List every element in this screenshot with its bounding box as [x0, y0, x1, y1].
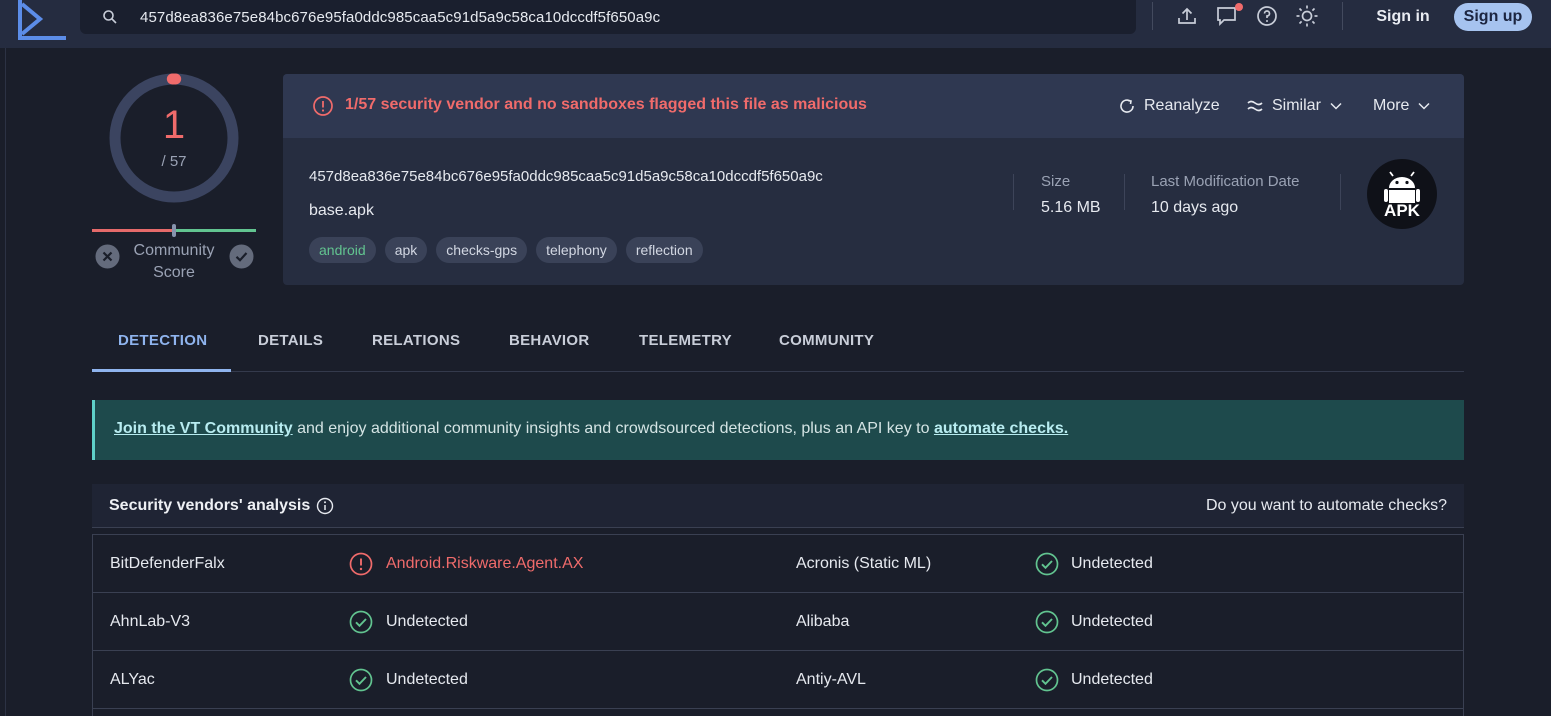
tag[interactable]: apk [384, 237, 428, 263]
file-name: base.apk [309, 202, 374, 219]
close-circle-icon[interactable] [95, 244, 120, 269]
check-circle-icon[interactable] [229, 244, 254, 269]
vendor-name: Acronis (Static ML) [796, 555, 932, 572]
similar-button[interactable]: Similar [1246, 94, 1343, 118]
divider [1013, 174, 1014, 210]
detection-total: / 57 [161, 153, 187, 170]
vendor-result: Undetected [1071, 613, 1153, 630]
sign-up-button[interactable]: Sign up [1454, 3, 1532, 31]
tab-community[interactable]: COMMUNITY [779, 332, 874, 349]
vendor-result[interactable]: Android.Riskware.Agent.AX [386, 555, 583, 573]
vendor-result: Undetected [1071, 555, 1153, 572]
vendor-name: AhnLab-V3 [110, 613, 191, 630]
file-type-label: APK [1384, 201, 1421, 220]
tag[interactable]: reflection [625, 237, 703, 263]
vendor-name: ALYac [110, 671, 155, 688]
check-circle-icon [349, 610, 373, 634]
sign-in-button[interactable]: Sign in [1370, 4, 1436, 30]
alert-message: 1/57 security vendor and no sandboxes fl… [345, 96, 867, 113]
file-tags: android apk checks-gps telephony reflect… [309, 237, 712, 263]
similar-icon [1247, 100, 1263, 112]
divider [1342, 2, 1343, 30]
info-icon[interactable] [316, 497, 334, 515]
modification-date-value: 10 days ago [1151, 199, 1239, 216]
vendor-result: Undetected [386, 613, 468, 630]
upload-icon[interactable] [1175, 4, 1199, 28]
alert-circle-icon [349, 552, 373, 576]
vendor-result: Undetected [1071, 671, 1153, 688]
tab-behavior[interactable]: BEHAVIOR [509, 332, 589, 349]
vendors-title: Security vendors' analysis [109, 497, 311, 514]
chevron-down-icon [1330, 102, 1342, 110]
tag[interactable]: checks-gps [436, 237, 528, 263]
report-tabs: DETECTION DETAILS RELATIONS BEHAVIOR TEL… [92, 316, 1464, 372]
file-alert-header: 1/57 security vendor and no sandboxes fl… [283, 74, 1464, 138]
banner-text: Join the VT Community and enjoy addition… [114, 420, 1069, 437]
android-icon: APK [1384, 171, 1421, 220]
community-banner: Join the VT Community and enjoy addition… [92, 400, 1464, 460]
modification-date-label: Last Modification Date [1151, 173, 1300, 190]
tag[interactable]: telephony [536, 237, 617, 263]
vendors-table: BitDefenderFalx Android.Riskware.Agent.A… [92, 534, 1464, 716]
virustotal-logo[interactable] [8, 0, 68, 40]
automate-checks-text[interactable]: Do you want to automate checks? [1206, 497, 1447, 515]
tab-telemetry[interactable]: TELEMETRY [639, 332, 732, 349]
table-row: BitDefenderFalx Android.Riskware.Agent.A… [93, 535, 1463, 593]
reanalyze-icon [1120, 99, 1134, 113]
left-border [5, 48, 6, 716]
divider [1152, 2, 1153, 30]
tag[interactable]: android [309, 237, 376, 263]
vendor-name: Antiy-AVL [796, 671, 866, 688]
join-community-link[interactable]: Join the VT Community [114, 420, 293, 437]
alert-circle-icon [313, 96, 333, 116]
vendor-name: Alibaba [796, 613, 850, 630]
more-button[interactable]: More [1373, 94, 1431, 118]
community-score-bar [92, 224, 256, 237]
notification-dot [1235, 3, 1243, 11]
automate-checks-link[interactable]: automate checks. [934, 420, 1068, 437]
help-icon[interactable] [1255, 4, 1279, 28]
search-icon [103, 10, 117, 24]
tab-detection[interactable]: DETECTION [118, 332, 207, 349]
size-label: Size [1041, 173, 1071, 190]
divider [1340, 174, 1341, 210]
table-row: ALYac Undetected Antiy-AVL Undetected [93, 651, 1463, 709]
search-input[interactable]: 457d8ea836e75e84bc676e95fa0ddc985caa5c91… [140, 9, 660, 26]
theme-icon[interactable] [1295, 4, 1319, 28]
search-bar[interactable]: 457d8ea836e75e84bc676e95fa0ddc985caa5c91… [80, 0, 1136, 34]
file-summary-card: 1/57 security vendor and no sandboxes fl… [283, 74, 1464, 285]
tab-details[interactable]: DETAILS [258, 332, 323, 349]
active-tab-indicator [92, 369, 231, 372]
file-hash: 457d8ea836e75e84bc676e95fa0ddc985caa5c91… [309, 168, 823, 185]
size-value: 5.16 MB [1041, 199, 1101, 216]
divider [1124, 174, 1125, 210]
detection-count: 1 [162, 103, 186, 147]
check-circle-icon [1035, 552, 1059, 576]
check-circle-icon [349, 668, 373, 692]
tab-relations[interactable]: RELATIONS [372, 332, 460, 349]
check-circle-icon [1035, 668, 1059, 692]
vendor-result: Undetected [386, 671, 468, 688]
chevron-down-icon [1418, 102, 1430, 110]
top-bar: 457d8ea836e75e84bc676e95fa0ddc985caa5c91… [0, 0, 1551, 48]
vendor-name: BitDefenderFalx [110, 555, 225, 572]
community-score-label: Community Score [133, 242, 215, 281]
table-row: AhnLab-V3 Undetected Alibaba Undetected [93, 593, 1463, 651]
file-type-badge: APK [1367, 159, 1437, 229]
check-circle-icon [1035, 610, 1059, 634]
vendors-header: Security vendors' analysis Do you want t… [92, 484, 1464, 528]
reanalyze-button[interactable]: Reanalyze [1118, 94, 1220, 118]
